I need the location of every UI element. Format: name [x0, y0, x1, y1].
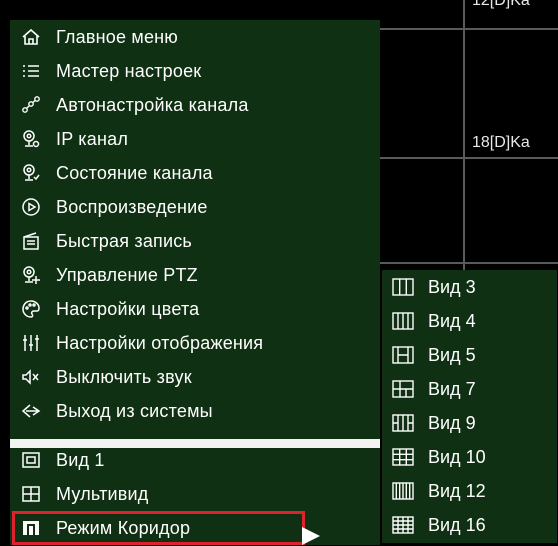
menu-item-auto-channel[interactable]: Автонастройка канала: [10, 88, 380, 122]
view-16-icon: [392, 515, 414, 535]
view-7-icon: [392, 379, 414, 399]
submenu-item-view-12[interactable]: Вид 12: [382, 474, 557, 508]
submenu-item-label: Вид 16: [428, 514, 486, 535]
menu-item-label: Выключить звук: [56, 366, 192, 387]
view-4-icon: [392, 311, 414, 331]
menu-item-playback[interactable]: Воспроизведение: [10, 190, 380, 224]
menu-item-channel-status[interactable]: Состояние канала: [10, 156, 380, 190]
view-10-icon: [392, 447, 414, 467]
menu-item-label: Воспроизведение: [56, 196, 208, 217]
play-icon: [20, 196, 42, 218]
list-icon: [20, 60, 42, 82]
main-context-menu: Главное меню Мастер настроек Автонастрой…: [10, 20, 380, 545]
menu-item-label: Настройки цвета: [56, 298, 200, 319]
menu-item-label: Главное меню: [56, 26, 179, 47]
menu-item-label: Состояние канала: [56, 162, 213, 183]
menu-item-quick-record[interactable]: Быстрая запись: [10, 224, 380, 258]
submenu-item-view-10[interactable]: Вид 10: [382, 440, 557, 474]
submenu-item-label: Вид 5: [428, 344, 476, 365]
logout-icon: [20, 400, 42, 422]
menu-item-label: Мультивид: [56, 483, 149, 504]
menu-item-label: Вид 1: [56, 449, 105, 470]
menu-item-label: Автонастройка канала: [56, 94, 249, 115]
menu-item-label: Режим Коридор: [56, 517, 191, 538]
menu-item-display-settings[interactable]: Настройки отображения: [10, 326, 380, 360]
record-icon: [20, 230, 42, 252]
camera-label: 12[D]Ka: [472, 0, 530, 9]
view-9-icon: [392, 413, 414, 433]
submenu-item-view-16[interactable]: Вид 16: [382, 508, 557, 542]
ip-camera-icon: [20, 128, 42, 150]
corridor-mode-icon: [20, 517, 42, 539]
menu-item-mute[interactable]: Выключить звук: [10, 360, 380, 394]
view-submenu: Вид 3 Вид 4 Вид 5 Вид 7 Вид 9 Вид 10 Вид…: [382, 270, 557, 543]
menu-item-label: IP канал: [56, 128, 129, 149]
menu-item-main-menu[interactable]: Главное меню: [10, 20, 380, 54]
submenu-item-view-4[interactable]: Вид 4: [382, 304, 557, 338]
submenu-item-view-3[interactable]: Вид 3: [382, 270, 557, 304]
ptz-icon: [20, 264, 42, 286]
submenu-item-label: Вид 3: [428, 276, 476, 297]
menu-item-ip-channel[interactable]: IP канал: [10, 122, 380, 156]
view-5-icon: [392, 345, 414, 365]
menu-item-setup-wizard[interactable]: Мастер настроек: [10, 54, 380, 88]
submenu-item-label: Вид 9: [428, 412, 476, 433]
menu-item-logout[interactable]: Выход из системы: [10, 394, 380, 428]
submenu-item-label: Вид 10: [428, 446, 486, 467]
grid-line: [380, 28, 558, 30]
multiview-icon: [20, 483, 42, 505]
menu-item-label: Выход из системы: [56, 400, 213, 421]
submenu-item-view-7[interactable]: Вид 7: [382, 372, 557, 406]
single-view-icon: [20, 449, 42, 471]
menu-item-ptz-control[interactable]: Управление PTZ: [10, 258, 380, 292]
submenu-item-label: Вид 7: [428, 378, 476, 399]
camera-status-icon: [20, 162, 42, 184]
network-icon: [20, 94, 42, 116]
camera-label: 18[D]Ka: [472, 134, 530, 151]
view-3-icon: [392, 277, 414, 297]
menu-item-label: Мастер настроек: [56, 60, 202, 81]
grid-line: [380, 262, 558, 264]
menu-item-view-1[interactable]: Вид 1: [10, 443, 380, 477]
grid-line: [380, 157, 558, 159]
menu-item-color-settings[interactable]: Настройки цвета: [10, 292, 380, 326]
sliders-icon: [20, 332, 42, 354]
palette-icon: [20, 298, 42, 320]
view-12-icon: [392, 481, 414, 501]
submenu-item-label: Вид 12: [428, 480, 486, 501]
home-icon: [20, 26, 42, 48]
menu-item-multiview[interactable]: Мультивид: [10, 477, 380, 511]
submenu-item-view-5[interactable]: Вид 5: [382, 338, 557, 372]
mute-icon: [20, 366, 42, 388]
menu-item-label: Быстрая запись: [56, 230, 193, 251]
submenu-item-view-9[interactable]: Вид 9: [382, 406, 557, 440]
submenu-arrow-icon: [302, 527, 320, 545]
menu-item-label: Настройки отображения: [56, 332, 264, 353]
menu-item-label: Управление PTZ: [56, 264, 198, 285]
submenu-item-label: Вид 4: [428, 310, 476, 331]
